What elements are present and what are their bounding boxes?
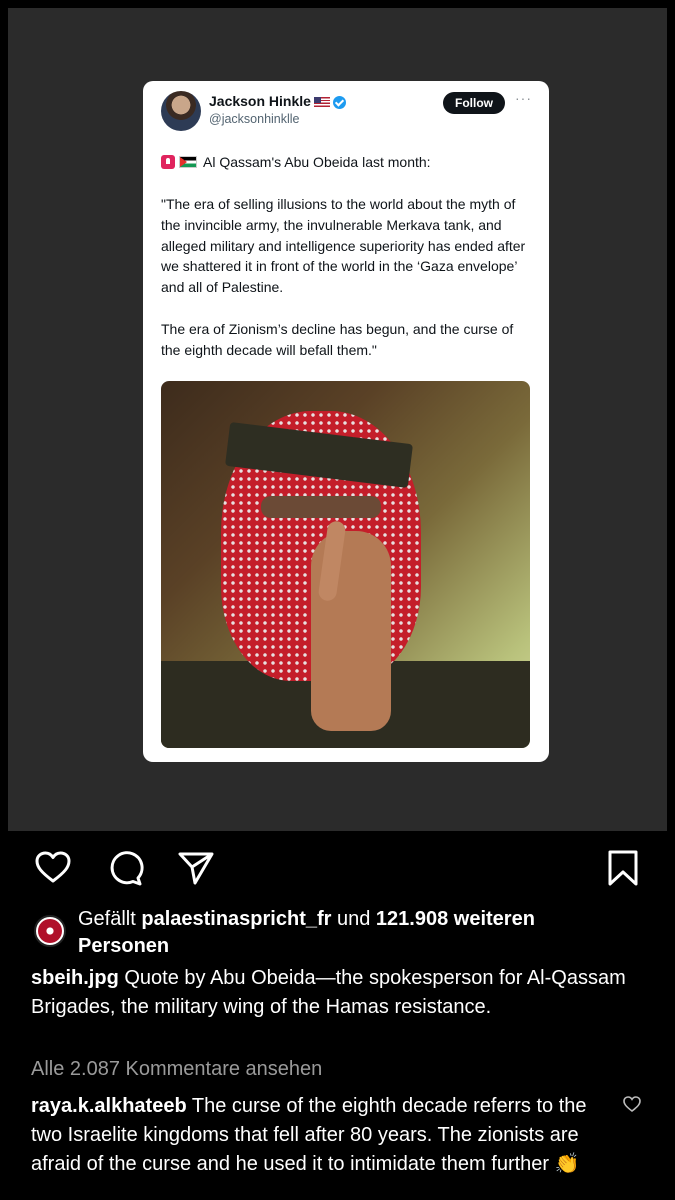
tweet-handle: @jacksonhinklle: [209, 112, 300, 126]
liker-avatar[interactable]: [34, 915, 66, 947]
post-media[interactable]: Jackson Hinkle @jacksonhinklle Follow ··…: [8, 8, 667, 831]
likes-middle: und: [331, 908, 376, 930]
comment-username[interactable]: raya.k.alkhateeb: [31, 1095, 187, 1117]
comment-item: raya.k.alkhateeb The curse of the eighth…: [31, 1092, 611, 1179]
tweet-quote-text: "The era of selling illusions to the wor…: [161, 196, 526, 358]
tweet-headline-text: Al Qassam's Abu Obeida last month:: [203, 154, 431, 170]
palestine-flag-icon: [179, 156, 197, 168]
share-icon[interactable]: [176, 848, 216, 888]
comment-heart-icon[interactable]: [622, 1094, 642, 1114]
tweet-avatar: [161, 91, 201, 131]
siren-emoji-icon: [161, 155, 175, 169]
tweet-author-name: Jackson Hinkle: [209, 93, 346, 109]
post-caption: sbeih.jpg Quote by Abu Obeida—the spokes…: [31, 964, 631, 1022]
verified-badge-icon: [332, 95, 346, 109]
likes-text: Gefällt palaestinaspricht_fr und 121.908…: [78, 906, 634, 960]
tweet-author-name-text: Jackson Hinkle: [209, 93, 311, 109]
us-flag-icon: [313, 97, 330, 108]
photo-eyes: [261, 496, 381, 518]
caption-text: Quote by Abu Obeida—the spokesperson for…: [31, 967, 626, 1018]
tweet-headline: Al Qassam's Abu Obeida last month:: [161, 154, 431, 170]
comment-icon[interactable]: [105, 848, 145, 888]
likes-suffix[interactable]: Personen: [78, 935, 169, 957]
likes-count[interactable]: 121.908 weiteren: [376, 908, 535, 930]
more-options-icon: ···: [515, 90, 532, 106]
tweet-screenshot: Jackson Hinkle @jacksonhinklle Follow ··…: [143, 81, 549, 762]
tweet-photo: [161, 381, 530, 748]
likes-prefix: Gefällt: [78, 908, 142, 930]
post-action-bar: [0, 848, 675, 890]
liker-username[interactable]: palaestinaspricht_fr: [141, 908, 331, 930]
bookmark-icon[interactable]: [603, 848, 643, 888]
caption-username[interactable]: sbeih.jpg: [31, 967, 119, 989]
view-all-comments-link[interactable]: Alle 2.087 Kommentare ansehen: [31, 1058, 322, 1081]
heart-icon[interactable]: [33, 848, 73, 888]
follow-button: Follow: [443, 92, 505, 114]
